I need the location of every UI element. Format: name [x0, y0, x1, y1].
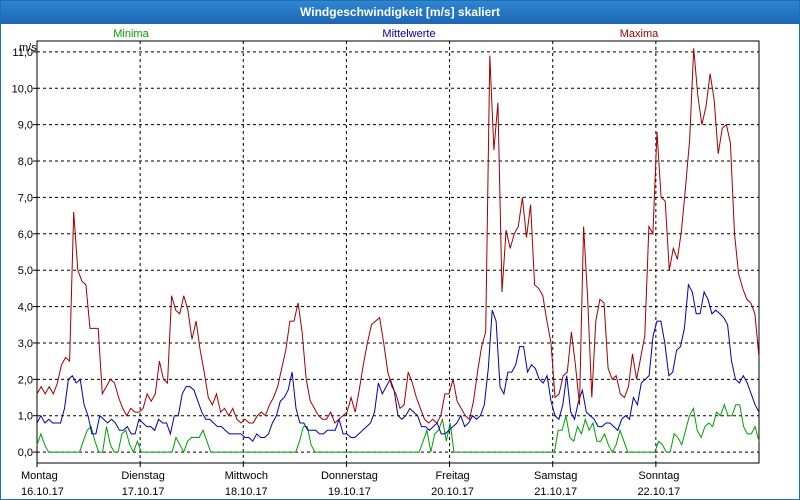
legend-entry-maxima: Maxima — [620, 28, 659, 40]
y-tick-label: 5,0 — [18, 265, 33, 277]
x-tick-day-label: Samstag — [534, 470, 577, 482]
x-tick-date-label: 16.10.17 — [21, 486, 64, 498]
x-tick-day-label: Sonntag — [638, 470, 679, 482]
chart-canvas: 0,01,02,03,04,05,06,07,08,09,010,011,0 M… — [12, 28, 760, 498]
x-tick-day-label: Mittwoch — [225, 470, 268, 482]
y-tick-label: 10,0 — [12, 83, 33, 95]
chart-window: Windgeschwindigkeit [m/s] skaliert 0,0 1,… — [0, 0, 800, 500]
x-tick-day-label: Dienstag — [121, 470, 164, 482]
y-tick-label: 6,0 — [18, 229, 33, 241]
x-axis: Montag 16.10.17 Dienstag 17.10.17 Mittwoch 18… — [21, 463, 680, 498]
legend: Minima Mittelwerte Maxima — [113, 28, 659, 40]
x-tick-day-label: Donnerstag — [321, 470, 378, 482]
x-tick-day-label: Freitag — [435, 470, 469, 482]
x-tick-date-label: 17.10.17 — [122, 486, 165, 498]
y-tick-label: 4,0 — [18, 302, 33, 314]
x-tick-date-label: 18.10.17 — [225, 486, 268, 498]
y-tick-label: 9,0 — [18, 120, 33, 132]
y-axis-label: m/s — [19, 42, 37, 54]
x-tick-date-label: 20.10.17 — [431, 486, 474, 498]
y-tick-label: 3,0 — [18, 338, 33, 350]
y-tick-label: 1,0 — [18, 411, 33, 423]
legend-entry-mittelwerte: Mittelwerte — [382, 28, 435, 40]
x-tick-date-label: 19.10.17 — [328, 486, 371, 498]
legend-entry-minima: Minima — [113, 28, 149, 40]
y-tick-label: 2,0 — [18, 374, 33, 386]
x-tick-date-label: 21.10.17 — [534, 486, 577, 498]
y-tick-label: 8,0 — [18, 156, 33, 168]
y-tick-label: 0,0 — [18, 447, 33, 459]
x-tick-day-label: Montag — [21, 470, 58, 482]
y-tick-label: 7,0 — [18, 192, 33, 204]
x-tick-date-label: 22.10.17 — [637, 486, 680, 498]
y-axis: 0,01,02,03,04,05,06,07,08,09,010,011,0 — [12, 47, 37, 459]
